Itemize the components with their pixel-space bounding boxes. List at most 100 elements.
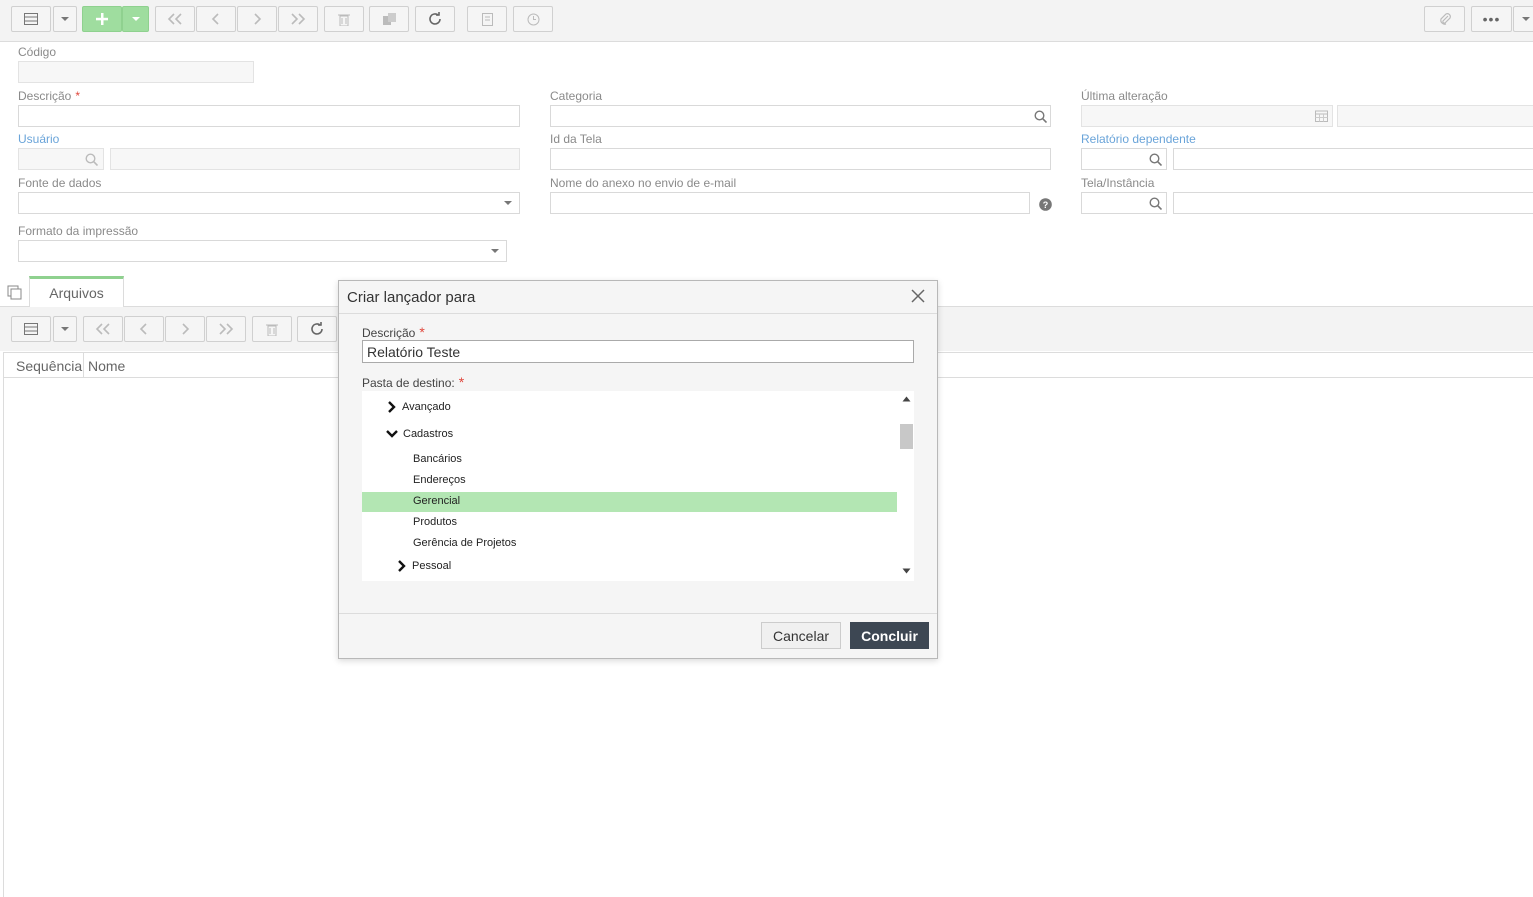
tab-arquivos[interactable]: Arquivos [29, 276, 124, 307]
duplicate-button[interactable] [369, 6, 409, 32]
required-mark: * [419, 324, 425, 340]
id-tela-field[interactable] [550, 148, 1051, 170]
fonte-dados-label: Fonte de dados [18, 176, 102, 190]
last-record-button[interactable] [206, 316, 246, 342]
nome-anexo-field[interactable] [550, 192, 1030, 214]
view-dropdown-button[interactable] [53, 316, 77, 342]
ellipsis-icon: ••• [1482, 11, 1501, 27]
folder-tree: Avançado Cadastros Bancários Endereços G… [362, 391, 914, 581]
cancel-button[interactable]: Cancelar [761, 622, 841, 649]
search-icon[interactable] [1147, 195, 1163, 211]
tree-node-cadastros[interactable]: Cadastros [386, 428, 453, 440]
search-icon[interactable] [83, 151, 99, 167]
chevron-down-icon [61, 327, 69, 331]
tree-node-gerencial[interactable]: Gerencial [413, 495, 460, 507]
fonte-dados-select[interactable] [18, 192, 520, 214]
chevron-left-icon [211, 13, 219, 25]
tela-instancia-name-field [1173, 192, 1533, 214]
next-record-button[interactable] [165, 316, 205, 342]
tree-scrollbar[interactable] [899, 391, 914, 581]
concluir-button[interactable]: Concluir [850, 622, 929, 649]
report-button[interactable] [467, 6, 507, 32]
history-button[interactable] [513, 6, 553, 32]
tree-node-avancado[interactable]: Avançado [387, 401, 451, 413]
categoria-field[interactable] [550, 105, 1051, 127]
help-icon[interactable]: ? [1037, 196, 1053, 212]
close-icon[interactable] [907, 285, 929, 307]
tree-node-pessoal[interactable]: Pessoal [397, 560, 451, 572]
svg-text:?: ? [1042, 200, 1048, 210]
main-toolbar: ••• [0, 0, 1533, 42]
dialog-footer-divider [339, 613, 937, 614]
double-chevron-right-icon [219, 323, 234, 335]
chevron-down-icon [386, 430, 398, 438]
chevron-down-icon [61, 17, 69, 21]
relatorio-dependente-label[interactable]: Relatório dependente [1081, 132, 1196, 146]
column-header-sequencia[interactable]: Sequência [16, 358, 82, 374]
refresh-button[interactable] [415, 6, 455, 32]
search-icon[interactable] [1032, 108, 1048, 124]
codigo-label: Código [18, 45, 57, 59]
scroll-down-icon[interactable] [902, 568, 911, 574]
id-tela-label: Id da Tela [550, 132, 602, 146]
chevron-right-icon [388, 401, 396, 413]
scrollbar-thumb[interactable] [900, 424, 913, 449]
codigo-field[interactable] [18, 61, 254, 83]
search-icon[interactable] [1147, 151, 1163, 167]
copy-icon [382, 13, 396, 25]
tree-node-label: Avançado [402, 401, 451, 413]
previous-record-button[interactable] [124, 316, 164, 342]
double-chevron-left-icon [167, 13, 182, 25]
column-header-nome[interactable]: Nome [88, 358, 125, 374]
chevron-down-icon[interactable] [489, 245, 501, 257]
usuario-label[interactable]: Usuário [18, 132, 59, 146]
ultima-alteracao-date-field [1081, 105, 1333, 127]
descricao-field[interactable] [18, 105, 520, 127]
trash-icon [266, 324, 278, 336]
attachment-button[interactable] [1424, 6, 1465, 32]
chevron-down-icon[interactable] [502, 197, 514, 209]
more-options-button[interactable]: ••• [1471, 6, 1512, 32]
grid-view-button[interactable] [11, 6, 51, 32]
tree-node-gerencia-projetos[interactable]: Gerência de Projetos [413, 537, 516, 549]
tree-node-label: Cadastros [403, 428, 454, 440]
last-record-button[interactable] [278, 6, 318, 32]
add-dropdown-button[interactable] [122, 6, 149, 32]
trash-icon [338, 14, 350, 26]
relatorio-dependente-name-field [1173, 148, 1533, 170]
view-dropdown-button[interactable] [53, 6, 77, 32]
plus-icon [96, 13, 108, 25]
document-icon [481, 12, 493, 26]
clock-icon [527, 13, 539, 25]
formato-impressao-label: Formato da impressão [18, 224, 139, 238]
add-button[interactable] [82, 6, 122, 32]
double-chevron-right-icon [291, 13, 306, 25]
grid-view-button[interactable] [11, 316, 51, 342]
collapse-panel-icon[interactable] [6, 284, 24, 302]
required-mark: * [458, 374, 465, 390]
ultima-alteracao-label: Última alteração [1081, 89, 1168, 103]
column-divider [83, 353, 84, 377]
tree-node-enderecos[interactable]: Endereços [413, 474, 466, 486]
dialog-descricao-input[interactable] [362, 340, 914, 363]
formato-impressao-select[interactable] [18, 240, 507, 262]
refresh-button[interactable] [297, 316, 337, 342]
first-record-button[interactable] [83, 316, 123, 342]
pasta-destino-label: Pasta de destino: * [362, 374, 465, 390]
usuario-name-field [110, 148, 520, 170]
delete-button[interactable] [324, 6, 364, 32]
double-chevron-left-icon [95, 323, 110, 335]
delete-button[interactable] [252, 316, 292, 342]
refresh-icon [311, 322, 323, 335]
more-dropdown-button[interactable] [1513, 6, 1533, 32]
tree-node-bancarios[interactable]: Bancários [413, 453, 462, 465]
criar-lancador-dialog: Criar lançador para Descrição* Pasta de … [338, 280, 938, 659]
previous-record-button[interactable] [196, 6, 236, 32]
next-record-button[interactable] [237, 6, 277, 32]
chevron-right-icon [398, 560, 406, 572]
first-record-button[interactable] [155, 6, 195, 32]
dialog-descricao-label: Descrição * [362, 324, 425, 340]
descricao-label: Descrição * [18, 89, 81, 103]
tree-node-produtos[interactable]: Produtos [413, 516, 457, 528]
scroll-up-icon[interactable] [902, 396, 911, 402]
